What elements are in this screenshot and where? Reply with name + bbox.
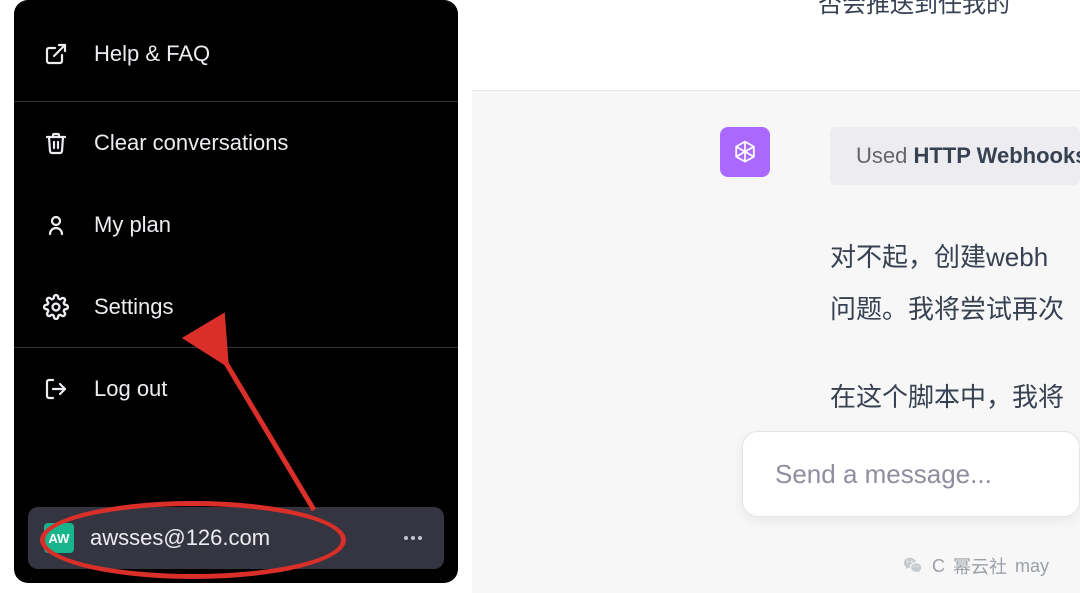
plugin-usage-chip[interactable]: Used HTTP Webhooks: [830, 127, 1080, 185]
reply-line-2: 问题。我将尝试再次: [830, 283, 1080, 335]
reply-line-3: 在这个脚本中，我将: [830, 371, 1080, 423]
menu-list: Help & FAQ Clear conversations My pl: [14, 6, 458, 430]
sidebar: Help & FAQ Clear conversations My pl: [14, 0, 458, 583]
assistant-message-block: Used HTTP Webhooks 对不起，创建webh 问题。我将尝试再次 …: [472, 90, 1080, 593]
trash-icon: [42, 129, 70, 157]
menu-help-faq[interactable]: Help & FAQ: [14, 6, 458, 102]
previous-text-fragment: 否会推送到任我的: [818, 0, 1010, 19]
account-email: awsses@126.com: [90, 525, 382, 551]
menu-logout-label: Log out: [94, 376, 167, 402]
message-input-container[interactable]: [742, 431, 1080, 517]
menu-help-faq-label: Help & FAQ: [94, 41, 210, 67]
assistant-reply: 对不起，创建webh 问题。我将尝试再次 在这个脚本中，我将: [830, 231, 1080, 423]
plugin-prefix: Used: [856, 143, 907, 169]
message-input[interactable]: [773, 458, 1049, 491]
footer-brand: 幂云社: [953, 553, 1007, 579]
gear-icon: [42, 293, 70, 321]
avatar: AW: [44, 523, 74, 553]
menu-settings-label: Settings: [94, 294, 174, 320]
logout-icon: [42, 375, 70, 403]
menu-my-plan-label: My plan: [94, 212, 171, 238]
more-button[interactable]: [398, 523, 428, 553]
menu-clear-conversations[interactable]: Clear conversations: [14, 102, 458, 184]
chat-area: 否会推送到任我的 Used HTTP Webhooks 对不起，创建webh 问…: [472, 0, 1080, 593]
menu-clear-conversations-label: Clear conversations: [94, 130, 288, 156]
person-icon: [42, 211, 70, 239]
plugin-name: HTTP Webhooks: [913, 143, 1080, 169]
openai-icon: [729, 136, 761, 168]
footer-tail: may: [1015, 556, 1049, 577]
menu-my-plan[interactable]: My plan: [14, 184, 458, 266]
ellipsis-icon: [401, 526, 425, 550]
account-row[interactable]: AW awsses@126.com: [28, 507, 444, 569]
reply-line-1: 对不起，创建webh: [830, 231, 1080, 283]
external-link-icon: [42, 40, 70, 68]
footer-watermark: C 幂云社 may: [902, 553, 1080, 579]
assistant-avatar: [720, 127, 770, 177]
wechat-icon: [902, 555, 924, 577]
menu-settings[interactable]: Settings: [14, 266, 458, 348]
menu-logout[interactable]: Log out: [14, 348, 458, 430]
